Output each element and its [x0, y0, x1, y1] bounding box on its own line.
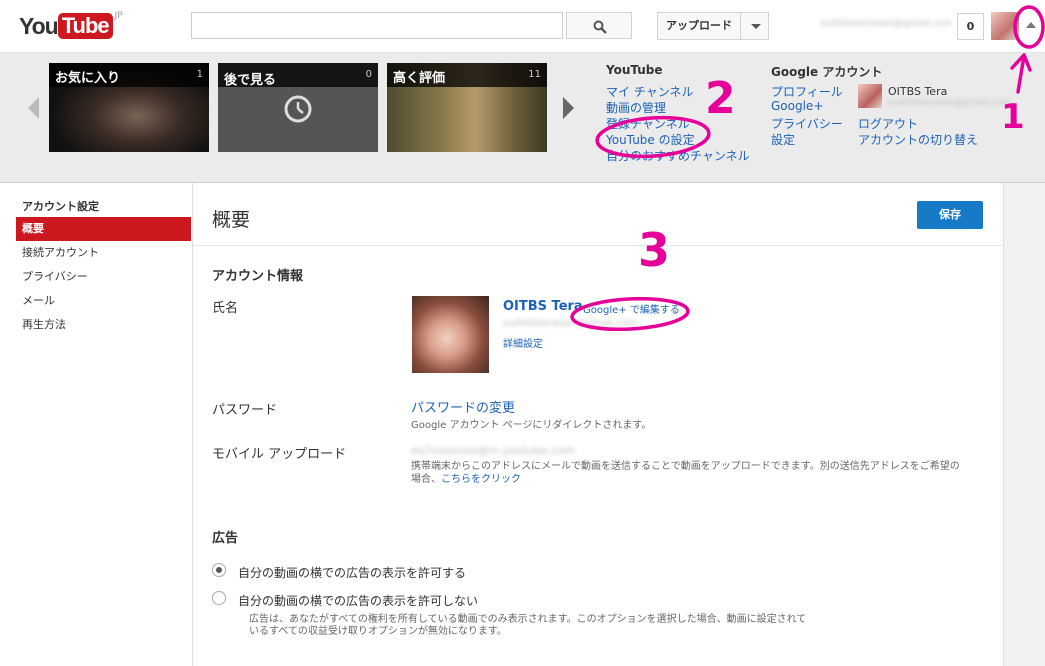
menu-profile[interactable]: プロフィール [771, 83, 843, 100]
settings-sidebar: アカウント設定 概要 接続アカウント プライバシー メール 再生方法 [0, 183, 193, 666]
masthead: You Tube JP アップロード outbitsterasan@gmail.co… [0, 0, 1045, 53]
menu-recommended-channels[interactable]: 自分のおすすめチャンネル [606, 147, 750, 164]
mobile-upload-click-here-link[interactable]: こちらをクリック [441, 474, 521, 485]
upload-button[interactable]: アップロード [657, 12, 741, 40]
carousel-next-icon[interactable] [563, 97, 574, 119]
notification-count[interactable]: 0 [957, 13, 984, 40]
menu-youtube-settings[interactable]: YouTube の設定 [606, 131, 695, 148]
logo-region: JP [114, 11, 123, 21]
ads-heading: 広告 [212, 531, 239, 546]
menu-my-channel[interactable]: マイ チャンネル [606, 83, 693, 100]
switch-account-link[interactable]: アカウントの切り替え [858, 131, 978, 148]
ads-allow-radio[interactable] [212, 563, 226, 577]
profile-name-link[interactable]: OITBS Tera [503, 299, 583, 314]
sidebar-item-playback[interactable]: 再生方法 [16, 313, 191, 337]
advanced-settings-link[interactable]: 詳細設定 [503, 335, 543, 350]
ads-deny-radio[interactable] [212, 591, 226, 605]
playlist-count: 11 [528, 69, 541, 80]
menu-google-plus[interactable]: Google+ [771, 99, 823, 113]
ads-allow-label[interactable]: 自分の動画の横での広告の表示を許可する [238, 564, 466, 581]
clock-icon [284, 95, 312, 123]
divider [193, 245, 1003, 246]
playlist-label: お気に入り [55, 71, 121, 86]
user-email: outbitsterasan@gmail.com [820, 18, 952, 29]
sidebar-item-privacy[interactable]: プライバシー [16, 265, 191, 289]
search-button[interactable] [566, 12, 632, 39]
password-note: Google アカウント ページにリダイレクトされます。 [411, 420, 652, 431]
playlist-label: 後で見る [224, 73, 277, 88]
chevron-up-icon [1026, 22, 1036, 28]
save-button[interactable]: 保存 [917, 201, 983, 229]
account-info-heading: アカウント情報 [212, 269, 304, 284]
profile-email: outbitsterasan@gmail.com [503, 318, 638, 329]
menu-subscriptions[interactable]: 登録チャンネル [606, 115, 690, 132]
account-avatar [858, 84, 882, 108]
mobile-upload-note: 携帯端末からこのアドレスにメールで動画を送信することで動画をアップロードできます… [411, 460, 961, 486]
logo-you: You [19, 13, 59, 39]
sidebar-heading: アカウント設定 [22, 200, 99, 213]
account-drawer: お気に入り 1 後で見る 0 高く評価 11 YouTube マイ チャンネル … [0, 53, 1045, 183]
menu-video-manager[interactable]: 動画の管理 [606, 99, 666, 116]
upload-menu-button[interactable] [740, 12, 769, 40]
carousel-prev-icon[interactable] [28, 97, 39, 119]
chevron-down-icon [751, 24, 761, 29]
mobile-upload-address: eq7xxxxxxx@m.youtube.com [411, 444, 575, 457]
password-label: パスワード [212, 403, 278, 418]
playlist-liked[interactable]: 高く評価 11 [387, 63, 547, 152]
playlist-watch-later[interactable]: 後で見る 0 [218, 63, 378, 152]
page-title: 概要 [212, 209, 251, 231]
sidebar-item-connected-accounts[interactable]: 接続アカウント [16, 241, 191, 265]
edit-on-google-plus-link[interactable]: Google+ で編集する [583, 301, 680, 316]
profile-photo [412, 296, 489, 373]
sidebar-item-email[interactable]: メール [16, 289, 191, 313]
google-menu-heading: Google アカウント [771, 65, 883, 79]
account-menu-toggle[interactable] [1022, 14, 1042, 36]
youtube-menu-heading: YouTube [606, 63, 663, 77]
search-icon [593, 20, 607, 34]
avatar[interactable] [991, 12, 1019, 40]
playlist-favorites[interactable]: お気に入り 1 [49, 63, 209, 152]
ads-note: 広告は、あなたがすべての権利を所有している動画でのみ表示されます。このオプション… [249, 614, 807, 637]
playlist-label: 高く評価 [393, 71, 446, 86]
ads-deny-label[interactable]: 自分の動画の横での広告の表示を許可しない [238, 592, 478, 609]
search-input[interactable] [191, 12, 563, 39]
menu-settings[interactable]: 設定 [771, 131, 795, 148]
playlist-count: 0 [365, 69, 372, 80]
sidebar-item-overview[interactable]: 概要 [16, 217, 191, 241]
youtube-logo[interactable]: You Tube JP [19, 11, 123, 41]
menu-privacy[interactable]: プライバシー [771, 115, 843, 132]
account-name: OITBS Tera [888, 85, 948, 98]
playlist-count: 1 [196, 69, 203, 80]
name-label: 氏名 [212, 301, 239, 316]
change-password-link[interactable]: パスワードの変更 [411, 397, 515, 416]
logout-link[interactable]: ログアウト [858, 115, 918, 132]
mobile-upload-label: モバイル アップロード [212, 447, 347, 462]
settings-main: 概要 保存 アカウント情報 氏名 OITBS Tera Google+ で編集す… [193, 183, 1004, 666]
logo-tube: Tube [57, 13, 113, 39]
account-email: outbitsterasan@gmail.com [888, 98, 1010, 108]
